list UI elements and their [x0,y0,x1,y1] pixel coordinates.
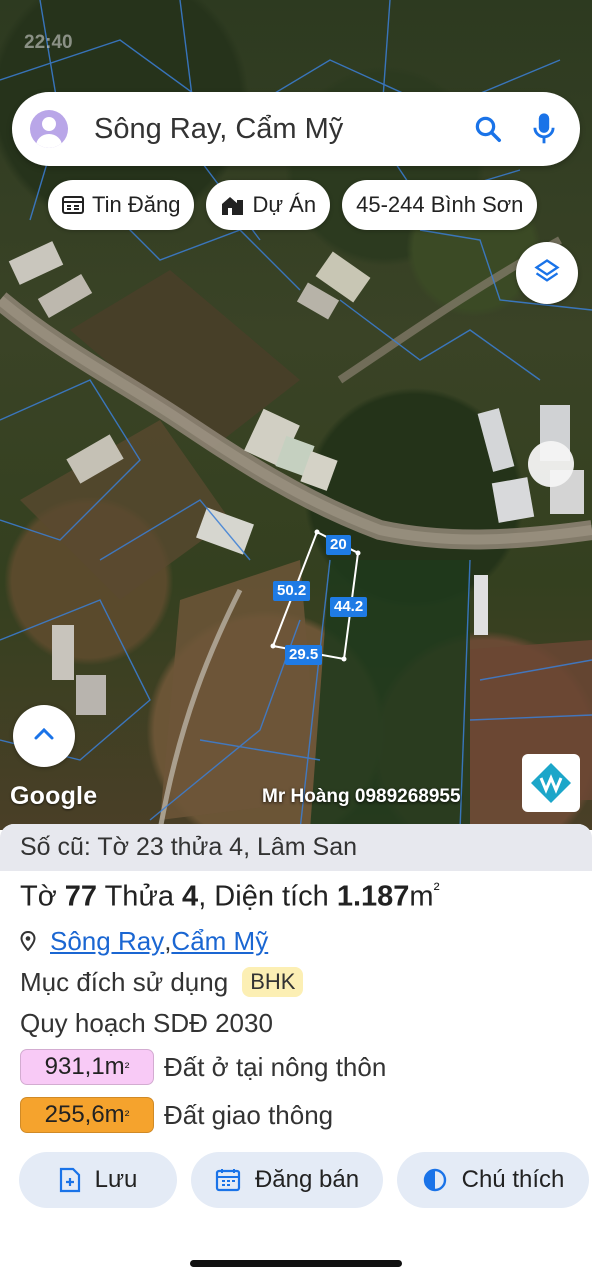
home-indicator[interactable] [190,1260,402,1267]
save-button-label: Lưu [94,1166,138,1193]
parcel-info-sheet: Số cũ: Tờ 23 thửa 4, Lâm San Tờ 77 Thửa … [0,824,592,1280]
action-buttons: Lưu Đăng bán Chú thích [19,1152,589,1208]
parcel-title: Tờ 77 Thửa 4, Diện tích 1.187m² [0,871,592,919]
filter-chips: Tin Đăng Dự Án 45-244 Bình Sơn [48,180,538,230]
map-view[interactable]: 22:40 Sông Ray, Cẩm Mỹ Tin Đăng Dự Án 45… [0,0,592,830]
parcel-prefix: Tờ [20,880,65,913]
map-scroll-handle[interactable] [528,441,574,487]
location-separator: , [164,925,172,956]
chip-label: Dự Án [252,192,317,217]
land-use-label: Đất ở tại nông thôn [164,1051,387,1082]
planning-label: Quy hoạch SDĐ 2030 [20,1007,273,1038]
land-use-area-value: 255,6m [44,1101,125,1128]
sheet-number: 77 [64,880,98,913]
land-use-area-sup: ² [124,1059,130,1075]
purpose-label: Mục đích sử dụng [20,966,229,997]
dimension-bottom: 29.5 [285,645,323,665]
location-row: Sông Ray, Cẩm Mỹ [0,919,592,961]
location-pin-icon [20,931,36,951]
dimension-top: 20 [326,535,351,555]
legend-contrast-icon [422,1167,448,1193]
purpose-code-badge: BHK [242,967,304,997]
listing-icon [62,195,84,215]
old-reference: Số cũ: Tờ 23 thửa 4, Lâm San [0,824,592,871]
mic-icon[interactable] [526,111,562,147]
post-for-sale-button[interactable]: Đăng bán [191,1152,383,1208]
land-use-label: Đất giao thông [164,1099,334,1130]
project-building-icon [220,194,244,216]
land-use-area-value: 931,1m [44,1053,125,1080]
land-purpose-row: Mục đích sử dụng BHK [0,961,592,1003]
chevron-up-icon [33,727,55,746]
dimension-right: 44.2 [330,597,368,617]
layers-icon [533,257,561,290]
google-logo: Google [10,782,98,810]
save-add-icon [59,1167,81,1193]
search-input[interactable]: Sông Ray, Cẩm Mỹ [94,113,470,146]
search-bar[interactable]: Sông Ray, Cẩm Mỹ [12,92,580,166]
layers-button[interactable] [516,242,578,304]
chip-projects[interactable]: Dự Án [206,180,331,230]
land-use-area-badge: 931,1m ² [20,1049,154,1085]
area-unit: m [409,880,434,913]
chip-label: 45-244 Bình Sơn [356,192,524,217]
plot-number: 4 [182,880,199,913]
post-for-sale-label: Đăng bán [254,1166,360,1193]
expand-up-button[interactable] [13,705,75,767]
dimension-left: 50.2 [273,581,311,601]
area-value: 1.187 [336,880,410,913]
area-label: , Diện tích [198,880,337,913]
land-use-area-sup: ² [124,1107,130,1123]
chip-listings[interactable]: Tin Đăng [48,180,195,230]
legend-button[interactable]: Chú thích [397,1152,589,1208]
chip-location[interactable]: 45-244 Bình Sơn [342,180,538,230]
search-icon[interactable] [470,111,506,147]
calendar-icon [215,1168,241,1192]
commune-link[interactable]: Sông Ray [50,926,164,957]
legend-button-label: Chú thích [461,1166,565,1193]
land-use-row: 931,1m ² Đất ở tại nông thôn [0,1043,592,1091]
area-unit-sup: ² [433,879,440,899]
watermark-text: Mr Hoàng 0989268955 [262,786,461,807]
avatar[interactable] [30,110,68,148]
status-time: 22:40 [24,32,73,53]
chip-label: Tin Đăng [92,192,181,217]
brand-logo [522,754,580,812]
district-link[interactable]: Cẩm Mỹ [171,926,268,957]
land-use-row: 255,6m ² Đất giao thông [0,1091,592,1139]
land-use-area-badge: 255,6m ² [20,1097,154,1133]
save-button[interactable]: Lưu [19,1152,177,1208]
plot-label: Thửa [97,880,183,913]
